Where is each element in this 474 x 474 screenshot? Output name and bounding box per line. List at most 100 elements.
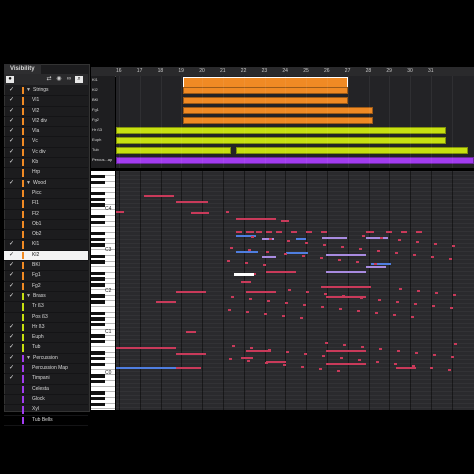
midi-note[interactable]: [357, 310, 360, 312]
track-row[interactable]: ✓ BKl: [4, 261, 88, 272]
midi-note[interactable]: [227, 260, 230, 262]
midi-note[interactable]: [262, 256, 276, 258]
track-row[interactable]: Pos ß3: [4, 313, 88, 323]
midi-note[interactable]: [247, 360, 250, 362]
midi-note[interactable]: [395, 252, 398, 254]
midi-note[interactable]: [374, 263, 377, 265]
midi-note[interactable]: [322, 237, 347, 239]
visibility-checkbox[interactable]: ✓: [9, 240, 15, 249]
track-row[interactable]: ✓ ▼ Wood: [4, 179, 88, 189]
midi-note[interactable]: [282, 315, 285, 317]
midi-note[interactable]: [454, 343, 457, 345]
midi-note[interactable]: [394, 363, 397, 365]
midi-note[interactable]: [360, 297, 363, 299]
midi-note[interactable]: [451, 356, 454, 358]
midi-note[interactable]: [250, 347, 253, 349]
white-key[interactable]: [91, 382, 115, 387]
midi-note[interactable]: [338, 259, 341, 261]
white-key[interactable]: [91, 262, 115, 268]
midi-note[interactable]: [186, 331, 196, 333]
midi-note[interactable]: [303, 304, 306, 306]
midi-note[interactable]: [191, 212, 209, 214]
midi-note[interactable]: [322, 355, 325, 357]
midi-note[interactable]: [325, 342, 328, 344]
track-row[interactable]: ✓ Fg2: [4, 282, 88, 292]
white-key[interactable]: [91, 364, 115, 370]
track-row[interactable]: ✓ Timpani: [4, 374, 88, 385]
visibility-checkbox[interactable]: ✓: [9, 364, 15, 373]
track-row[interactable]: ✓ ▼ Percussion: [4, 354, 88, 365]
folder-toggle-icon[interactable]: ▼: [26, 292, 31, 301]
midi-note[interactable]: [361, 346, 364, 348]
midi-note[interactable]: [176, 353, 206, 355]
midi-note[interactable]: [375, 312, 378, 314]
midi-note[interactable]: [116, 211, 124, 213]
midi-note[interactable]: [246, 311, 249, 313]
midi-note[interactable]: [266, 361, 286, 363]
track-row[interactable]: ✓ Tub: [4, 343, 88, 354]
midi-note[interactable]: [304, 353, 307, 355]
visibility-checkbox[interactable]: ✓: [9, 86, 15, 95]
track-row[interactable]: Celesta: [4, 385, 88, 395]
midi-note[interactable]: [287, 240, 290, 242]
white-key[interactable]: [91, 222, 115, 228]
midi-note[interactable]: [264, 313, 267, 315]
track-row[interactable]: ✓ Kb: [4, 158, 88, 169]
midi-note[interactable]: [453, 294, 456, 296]
midi-note[interactable]: [291, 231, 297, 233]
midi-note[interactable]: [226, 211, 229, 213]
visibility-checkbox[interactable]: ✓: [9, 374, 15, 383]
midi-part[interactable]: [116, 157, 474, 164]
track-row[interactable]: ✓ Vl2 div: [4, 117, 88, 128]
midi-note[interactable]: [248, 249, 251, 251]
midi-part[interactable]: [116, 127, 446, 134]
arrows-icon[interactable]: ⇄: [45, 76, 53, 83]
midi-note[interactable]: [358, 359, 361, 361]
midi-note[interactable]: [397, 350, 400, 352]
midi-note[interactable]: [356, 261, 359, 263]
midi-note[interactable]: [241, 357, 253, 359]
midi-note[interactable]: [228, 309, 231, 311]
midi-note[interactable]: [342, 295, 345, 297]
visibility-checkbox[interactable]: ✓: [9, 107, 15, 116]
midi-note[interactable]: [411, 316, 414, 318]
visibility-checkbox[interactable]: ✓: [9, 282, 15, 291]
midi-note[interactable]: [116, 347, 176, 349]
track-row[interactable]: Picc: [4, 189, 88, 200]
midi-note[interactable]: [281, 220, 289, 222]
visibility-checkbox[interactable]: ✓: [9, 137, 15, 146]
track-row[interactable]: ✓ ▼ Brass: [4, 292, 88, 303]
track-row[interactable]: ✓ ▼ Strings: [4, 86, 88, 97]
midi-note[interactable]: [319, 368, 322, 370]
midi-note[interactable]: [262, 238, 274, 240]
midi-note[interactable]: [386, 231, 392, 233]
white-key[interactable]: [91, 404, 115, 410]
folder-toggle-icon[interactable]: ▼: [26, 354, 31, 363]
track-row[interactable]: Ob1: [4, 220, 88, 231]
track-row[interactable]: ✓ Vc: [4, 137, 88, 148]
visibility-checkbox[interactable]: ✓: [9, 127, 15, 136]
arranger-event-area[interactable]: [116, 76, 474, 168]
visibility-checkbox[interactable]: ✓: [9, 179, 15, 188]
midi-note[interactable]: [176, 367, 201, 369]
midi-note[interactable]: [362, 235, 365, 237]
midi-note[interactable]: [306, 231, 312, 233]
midi-note[interactable]: [232, 345, 235, 347]
track-row[interactable]: ✓ Kl2: [4, 250, 88, 262]
midi-note[interactable]: [435, 292, 438, 294]
track-row[interactable]: Ob2: [4, 230, 88, 241]
track-row[interactable]: ✓ Vl1: [4, 96, 88, 107]
midi-note[interactable]: [321, 306, 324, 308]
midi-note[interactable]: [326, 350, 366, 352]
midi-note[interactable]: [393, 314, 396, 316]
midi-note[interactable]: [433, 354, 436, 356]
eye-icon[interactable]: ◉: [55, 76, 63, 83]
midi-note[interactable]: [229, 358, 232, 360]
search-icon[interactable]: ⌕: [75, 76, 83, 83]
midi-note[interactable]: [401, 231, 407, 233]
midi-note[interactable]: [256, 231, 262, 233]
midi-note[interactable]: [116, 367, 176, 369]
midi-note[interactable]: [230, 247, 233, 249]
midi-note[interactable]: [449, 258, 452, 260]
midi-note[interactable]: [300, 317, 303, 319]
